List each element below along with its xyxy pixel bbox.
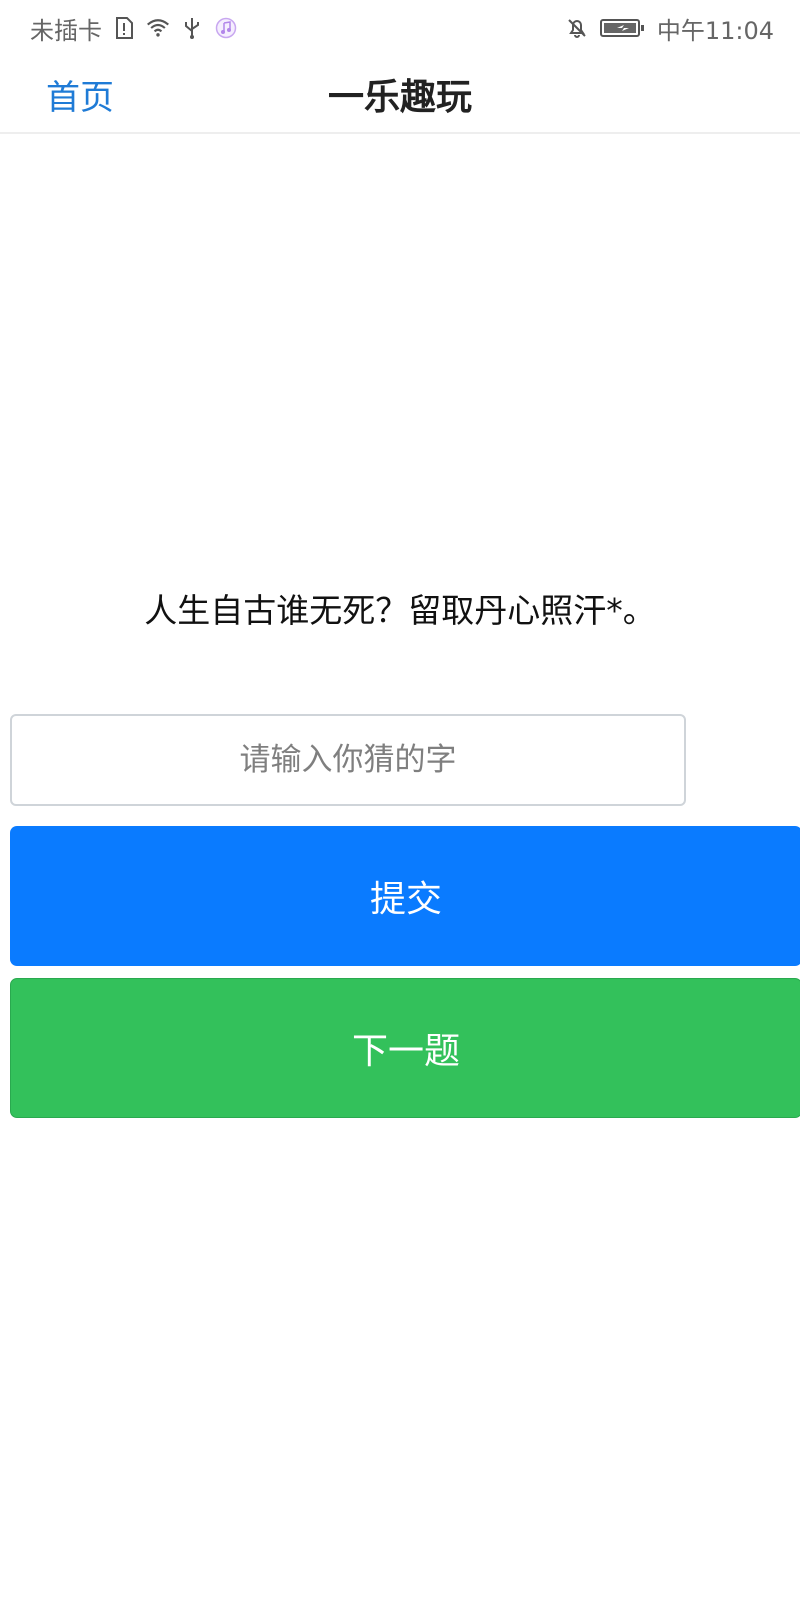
page-title: 一乐趣玩: [327, 77, 472, 118]
battery-charging-icon: [599, 16, 647, 40]
wifi-icon: [146, 16, 170, 40]
next-question-button[interactable]: 下一题: [10, 978, 800, 1118]
puzzle-question: 人生自古谁无死？留取丹心照汗*。: [144, 591, 656, 630]
bell-off-icon: [565, 16, 589, 40]
sim-alert-icon: [112, 16, 136, 40]
status-time: 中午11:04: [656, 16, 774, 45]
status-left: 未插卡: [30, 11, 238, 46]
music-icon: [214, 16, 238, 40]
nav-header: 首页 一乐趣玩: [0, 56, 800, 134]
home-link[interactable]: 首页: [46, 70, 114, 119]
submit-button[interactable]: 提交: [10, 826, 800, 966]
status-right: 中午11:04: [565, 11, 774, 46]
usb-icon: [180, 16, 204, 40]
status-bar: 未插卡 中午11:04: [0, 0, 800, 56]
carrier-text: 未插卡: [30, 16, 102, 45]
guess-input[interactable]: [10, 714, 686, 806]
